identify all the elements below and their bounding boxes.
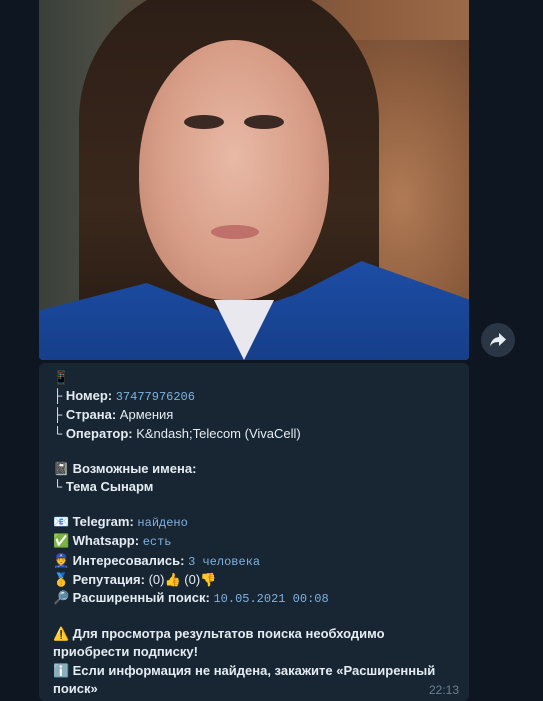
info-icon: ℹ️ xyxy=(53,662,70,678)
thumbs-down-icon: 👎 xyxy=(200,571,217,587)
photo-eye-right xyxy=(244,115,284,129)
photo-eye-left xyxy=(184,115,224,129)
interested-label: Интересовались: xyxy=(72,552,185,568)
info-text: Если информация не найдена, закажите xyxy=(72,662,337,678)
names-item: └ Тема Сынарм xyxy=(53,479,154,495)
forward-button[interactable] xyxy=(481,323,515,357)
reputation-down-count: (0) xyxy=(184,571,201,587)
envelope-icon: 📧 xyxy=(53,514,70,530)
warning-text: Для просмотра результатов поиска необход… xyxy=(53,626,385,660)
reputation-label: Репутация: xyxy=(72,571,145,587)
search-value: 10.05.2021 00:08 xyxy=(213,592,329,607)
operator-value: K&ndash;Telecom (VivaCell) xyxy=(136,425,301,441)
check-icon: ✅ xyxy=(53,533,70,549)
phone-icon: 📱 xyxy=(53,370,70,385)
names-title: Возможные имена: xyxy=(72,460,197,476)
photo-mouth xyxy=(211,225,259,239)
message-bubble: 📱 ├ Номер: 37477976206 ├ Страна: Армения… xyxy=(39,363,469,701)
whatsapp-value: есть xyxy=(142,535,172,550)
country-label: ├ Страна: xyxy=(53,407,117,423)
photo-face xyxy=(139,40,329,300)
operator-label: └ Оператор: xyxy=(53,425,133,441)
medal-icon: 🥇 xyxy=(53,571,70,587)
detective-icon: 👮 xyxy=(53,552,70,568)
reputation-up-count: (0) xyxy=(148,571,165,587)
interested-value: 3 человека xyxy=(188,554,261,569)
magnifier-icon: 🔎 xyxy=(53,590,70,606)
country-value: Армения xyxy=(119,407,174,423)
forward-arrow-icon xyxy=(490,333,506,347)
number-value[interactable]: 37477976206 xyxy=(116,390,195,404)
message-time: 22:13 xyxy=(428,683,459,697)
whatsapp-label: Whatsapp: xyxy=(72,533,140,549)
message-text: 📱 ├ Номер: 37477976206 ├ Страна: Армения… xyxy=(53,369,459,698)
telegram-label: Telegram: xyxy=(72,514,134,530)
notebook-icon: 📓 xyxy=(53,460,70,476)
thumbs-up-icon: 👍 xyxy=(164,571,181,587)
telegram-value: найдено xyxy=(137,516,188,531)
warning-icon: ⚠️ xyxy=(53,626,70,642)
profile-photo[interactable] xyxy=(39,0,469,360)
number-label: ├ Номер: xyxy=(53,388,113,404)
search-label: Расширенный поиск: xyxy=(72,590,210,606)
